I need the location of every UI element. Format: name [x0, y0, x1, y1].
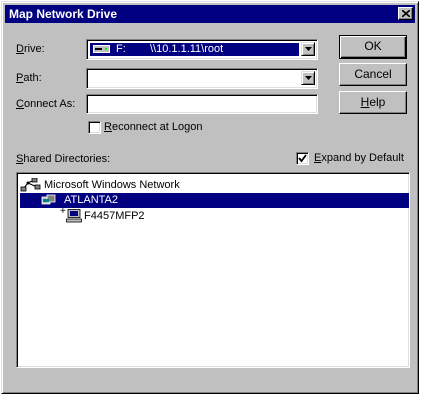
close-icon: [402, 10, 410, 17]
drive-label-text: rive:: [23, 43, 45, 55]
drive-selected-value: F: \\10.1.1.11\root: [90, 43, 299, 56]
checkmark-icon: [298, 154, 307, 163]
title-bar[interactable]: Map Network Drive: [5, 5, 415, 23]
reconnect-label[interactable]: Reconnect at Logon: [104, 121, 202, 133]
dialog-title: Map Network Drive: [9, 7, 118, 21]
tree-item-label: ATLANTA2: [64, 194, 118, 206]
drive-letter: F:: [116, 43, 126, 55]
server-icon: [66, 209, 82, 223]
tree-item-atlanta2[interactable]: ATLANTA2: [20, 193, 409, 208]
drive-combobox[interactable]: F: \\10.1.1.11\root: [86, 39, 318, 60]
help-button[interactable]: Help: [339, 91, 407, 114]
close-button[interactable]: [398, 7, 413, 20]
drive-dropdown-button[interactable]: [301, 42, 315, 56]
drive-label: Drive:: [16, 43, 45, 55]
path-combobox[interactable]: [86, 68, 318, 89]
cancel-button[interactable]: Cancel: [339, 63, 407, 86]
ok-button[interactable]: OK: [339, 35, 407, 59]
connect-as-field[interactable]: [86, 94, 318, 114]
connect-as-label: Connect As:: [16, 98, 76, 110]
drive-unc-path: \\10.1.1.11\root: [150, 43, 224, 55]
expand-by-default-checkbox[interactable]: [296, 152, 309, 165]
shared-directories-label: Shared Directories:: [16, 153, 111, 165]
tree-root-label: Microsoft Windows Network: [44, 179, 180, 191]
network-icon: [20, 178, 41, 192]
network-drive-icon: [93, 45, 110, 53]
reconnect-checkbox[interactable]: [88, 121, 101, 134]
chevron-down-icon: [305, 47, 312, 51]
path-label: Path:: [16, 72, 42, 84]
workgroup-icon: [41, 194, 56, 205]
expand-by-default-label[interactable]: Expand by Default: [314, 152, 404, 164]
map-network-drive-dialog: Map Network Drive Drive: F: \\10.1.1.11\…: [1, 1, 419, 394]
path-dropdown-button[interactable]: [301, 71, 315, 85]
tree-item-label: F4457MFP2: [84, 210, 145, 222]
tree-content: Microsoft Windows Network ATLANTA2 + F44…: [18, 175, 411, 366]
expand-plus-icon: +: [60, 206, 66, 217]
chevron-down-icon: [305, 76, 312, 80]
